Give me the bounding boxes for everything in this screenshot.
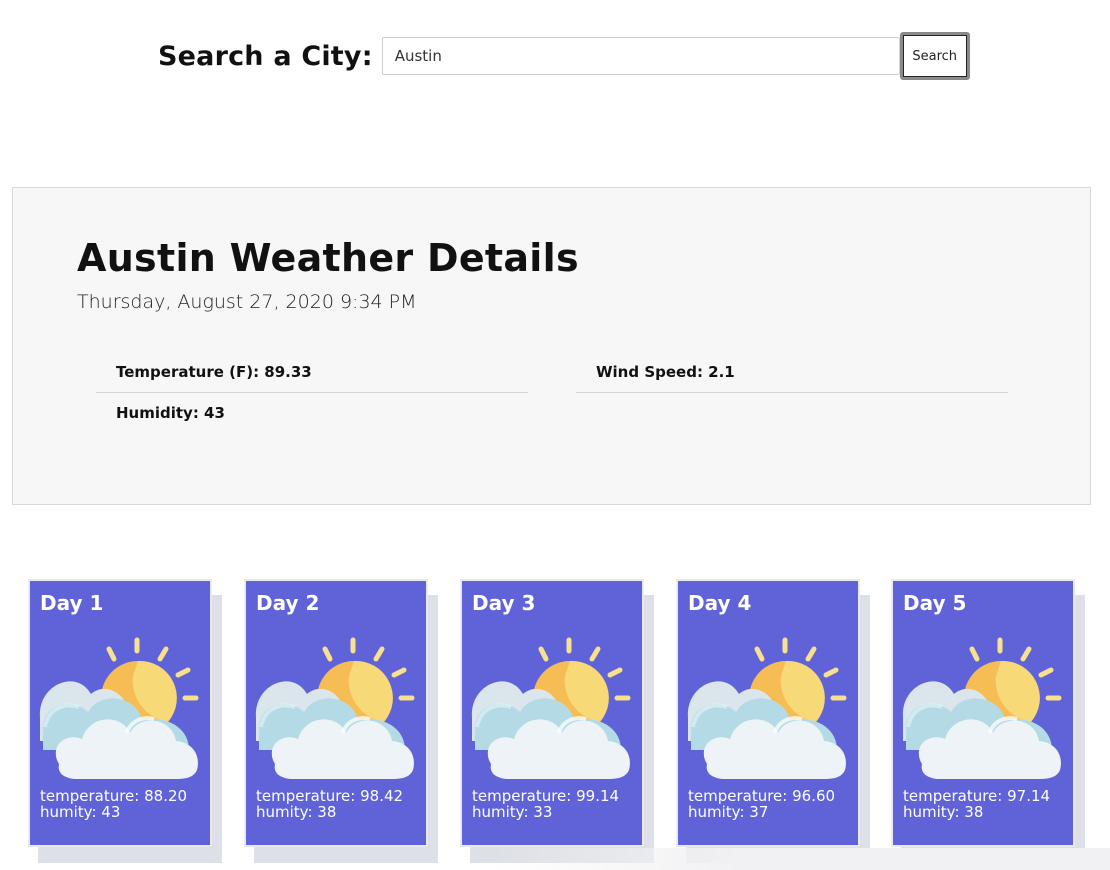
forecast-humidity: humity: 33 xyxy=(472,803,553,821)
forecast-card-day-2: Day 2 temperature: 98.42 humity: 38 xyxy=(244,579,428,847)
day-title: Day 3 xyxy=(472,591,536,615)
forecast-card-day-4: Day 4 temperature: 96.60 humity: 37 xyxy=(676,579,860,847)
temperature-stat: Temperature (F): 89.33 xyxy=(116,363,312,381)
city-search-input[interactable] xyxy=(381,37,900,75)
partly-cloudy-sun-icon xyxy=(902,637,1062,779)
wind-speed-divider xyxy=(576,392,1008,393)
humidity-stat: Humidity: 43 xyxy=(116,404,225,422)
day-title: Day 4 xyxy=(688,591,752,615)
day-title: Day 5 xyxy=(903,591,967,615)
forecast-temperature: temperature: 99.14 xyxy=(472,787,620,805)
forecast-card-day-1: Day 1 temperature: 88.20 humity: 43 xyxy=(28,579,212,847)
search-label: Search a City: xyxy=(158,40,373,72)
forecast-humidity: humity: 43 xyxy=(40,803,121,821)
partly-cloudy-sun-icon xyxy=(471,637,631,779)
wind-speed-stat: Wind Speed: 2.1 xyxy=(596,363,735,381)
forecast-temperature: temperature: 96.60 xyxy=(688,787,836,805)
forecast-humidity: humity: 38 xyxy=(256,803,337,821)
forecast-temperature: temperature: 97.14 xyxy=(903,787,1051,805)
weather-details-panel: Austin Weather Details Thursday, August … xyxy=(12,187,1091,505)
day-title: Day 2 xyxy=(256,591,320,615)
forecast-humidity: humity: 38 xyxy=(903,803,984,821)
temperature-divider xyxy=(96,392,528,393)
bottom-shadow xyxy=(490,848,1110,870)
forecast-temperature: temperature: 98.42 xyxy=(256,787,404,805)
five-day-forecast: Day 1 temperature: 88.20 humity: 43 Day … xyxy=(28,579,1098,869)
details-title: Austin Weather Details xyxy=(77,236,579,280)
search-button[interactable]: Search xyxy=(899,32,970,80)
partly-cloudy-sun-icon xyxy=(39,637,199,779)
forecast-card-day-3: Day 3 temperature: 99.14 humity: 33 xyxy=(460,579,644,847)
day-title: Day 1 xyxy=(40,591,104,615)
forecast-temperature: temperature: 88.20 xyxy=(40,787,188,805)
partly-cloudy-sun-icon xyxy=(255,637,415,779)
forecast-card-day-5: Day 5 temperature: 97.14 humity: 38 xyxy=(891,579,1075,847)
forecast-humidity: humity: 37 xyxy=(688,803,769,821)
details-date: Thursday, August 27, 2020 9:34 PM xyxy=(77,291,417,313)
city-search-bar: Search a City: Search xyxy=(158,32,970,80)
partly-cloudy-sun-icon xyxy=(687,637,847,779)
